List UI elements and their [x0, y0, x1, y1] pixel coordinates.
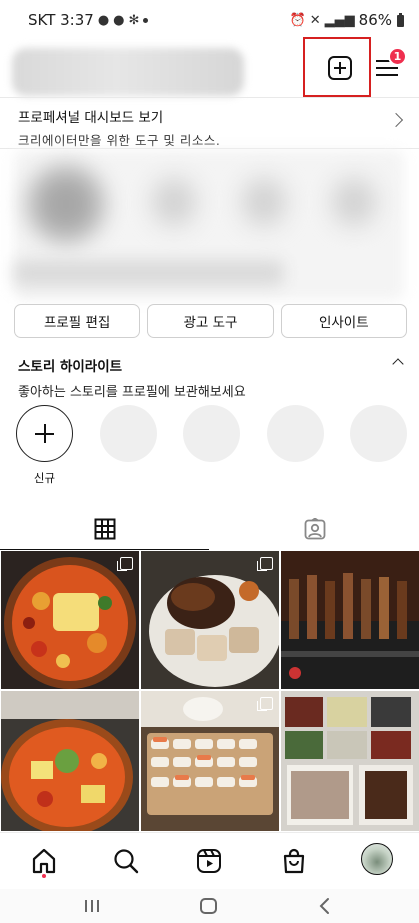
story-highlights-subtitle: 좋아하는 스토리를 프로필에 보관해보세요 [18, 385, 246, 400]
posts-count-blurred [152, 178, 196, 226]
battery-icon [397, 12, 404, 27]
home-active-dot [42, 874, 46, 878]
highlight-placeholder [350, 405, 407, 462]
bottom-navigation [0, 832, 419, 888]
system-navigation-bar [0, 889, 419, 923]
profile-actions: 프로필 편집 광고 도구 인사이트 [14, 304, 407, 338]
profile-header: 1 [0, 37, 419, 98]
profile-info-blurred [14, 150, 404, 300]
multiple-photos-icon [257, 697, 273, 711]
username-blurred[interactable] [12, 48, 244, 96]
edit-profile-button[interactable]: 프로필 편집 [14, 304, 141, 338]
multiple-photos-icon [257, 557, 273, 571]
followers-count-blurred[interactable] [242, 178, 286, 226]
tab-tagged[interactable] [210, 508, 419, 550]
talk-icon: ● [113, 12, 125, 28]
highlight-placeholder [267, 405, 324, 462]
ad-tools-button[interactable]: 광고 도구 [147, 304, 274, 338]
create-button-highlight [303, 37, 371, 97]
recent-apps-icon[interactable] [82, 898, 102, 914]
profile-avatar-blurred[interactable] [24, 162, 108, 246]
post-thumbnail[interactable] [281, 551, 419, 689]
insights-button[interactable]: 인사이트 [280, 304, 407, 338]
reels-icon[interactable] [195, 847, 223, 875]
highlight-placeholder [100, 405, 157, 462]
story-highlights-title: 스토리 하이라이트 [18, 359, 123, 375]
post-thumbnail[interactable] [1, 691, 139, 831]
tab-posts-grid[interactable] [0, 508, 209, 550]
pro-dashboard-subtitle: 크리에이터만을 위한 도구 및 리소스. [18, 133, 221, 148]
header-divider [0, 97, 419, 98]
post-thumbnail[interactable] [141, 691, 279, 831]
new-highlight-button[interactable] [16, 405, 73, 462]
signal-icon: ▂▄▆ [324, 12, 355, 28]
home-icon[interactable] [30, 847, 58, 875]
multiple-photos-icon [117, 557, 133, 571]
mute-icon: ✕ [309, 12, 321, 28]
post-thumbnail[interactable] [1, 551, 139, 689]
battery-level: 86% [358, 11, 392, 29]
profile-tabs [0, 508, 419, 550]
post-thumbnail[interactable] [141, 551, 279, 689]
posts-grid [0, 551, 419, 831]
professional-dashboard-link[interactable]: 프로페셔널 대시보드 보기 크리에이터만을 위한 도구 및 리소스. [0, 99, 419, 148]
post-thumbnail[interactable] [281, 691, 419, 831]
menu-notification-badge: 1 [388, 47, 407, 66]
chat-icon: ● [97, 12, 110, 28]
pro-dashboard-title: 프로페셔널 대시보드 보기 [18, 110, 164, 126]
search-icon[interactable] [112, 847, 140, 875]
story-highlights-section: 스토리 하이라이트 좋아하는 스토리를 프로필에 보관해보세요 [18, 355, 408, 400]
highlight-placeholder [183, 405, 240, 462]
alarm-icon: ⏰ [289, 12, 306, 28]
status-bar: SKT 3:37 ● ● ✻ ⏰ ✕ ▂▄▆ 86% [0, 0, 419, 40]
bio-blurred [14, 260, 284, 286]
create-post-icon[interactable] [328, 56, 352, 80]
following-count-blurred[interactable] [332, 178, 376, 226]
profile-avatar-icon[interactable] [361, 843, 393, 875]
carrier-time: SKT 3:37 [28, 11, 94, 29]
new-highlight-label: 신규 [33, 471, 56, 485]
notification-icon: ✻ [128, 12, 140, 28]
shop-icon[interactable] [280, 847, 308, 875]
dashboard-divider [0, 148, 419, 149]
system-home-icon[interactable] [199, 897, 219, 915]
grid-icon [94, 518, 115, 539]
back-icon[interactable] [318, 897, 332, 915]
more-notifications-icon [143, 17, 149, 23]
tagged-person-icon [304, 518, 325, 540]
